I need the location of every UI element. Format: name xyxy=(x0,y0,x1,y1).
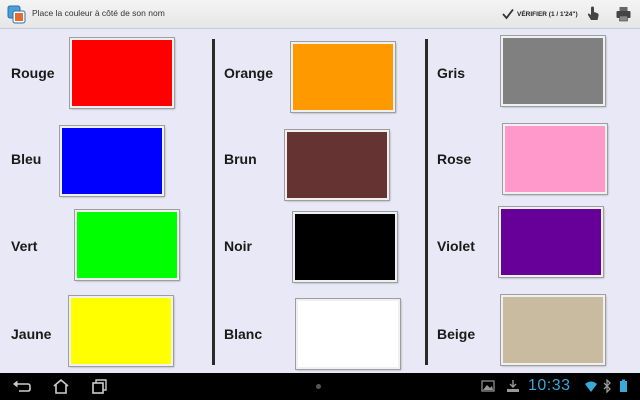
color-label: Vert xyxy=(11,238,38,254)
color-label: Blanc xyxy=(224,326,263,342)
verify-button-label: VÉRIFIER (1 / 1'24") xyxy=(517,10,578,18)
verify-button[interactable]: VÉRIFIER (1 / 1'24") xyxy=(502,7,578,21)
app-icon xyxy=(7,5,26,24)
printer-icon[interactable] xyxy=(616,6,631,22)
wifi-icon xyxy=(585,381,597,392)
color-label: Rose xyxy=(437,151,472,167)
color-label: Rouge xyxy=(11,65,55,81)
color-label: Brun xyxy=(224,151,257,167)
color-swatch[interactable] xyxy=(59,125,165,197)
home-icon[interactable] xyxy=(52,378,70,395)
color-swatch[interactable] xyxy=(295,298,401,370)
bluetooth-icon xyxy=(603,379,611,393)
page-title: Place la couleur à côté de son nom xyxy=(32,8,165,18)
color-label: Noir xyxy=(224,238,252,254)
system-bar: 10:33 xyxy=(0,373,640,400)
color-swatch[interactable] xyxy=(500,35,606,107)
color-label: Jaune xyxy=(11,326,52,342)
color-swatch[interactable] xyxy=(292,211,398,283)
page-indicator-dot xyxy=(316,384,321,389)
download-icon xyxy=(507,380,519,392)
color-label: Violet xyxy=(437,238,475,254)
color-swatch[interactable] xyxy=(498,206,604,278)
color-matching-board: Rouge Bleu Vert Jaune Orange Brun Noir B… xyxy=(0,29,640,373)
recent-apps-icon[interactable] xyxy=(91,378,109,395)
color-label: Beige xyxy=(437,326,476,342)
battery-icon xyxy=(620,379,627,392)
color-swatch[interactable] xyxy=(68,295,174,367)
color-label: Orange xyxy=(224,65,274,81)
color-swatch[interactable] xyxy=(290,41,396,113)
checkmark-icon xyxy=(502,8,514,20)
back-icon[interactable] xyxy=(12,378,32,395)
hand-pointer-icon[interactable] xyxy=(586,6,600,22)
color-label: Bleu xyxy=(11,151,42,167)
column-divider xyxy=(212,39,215,365)
color-swatch[interactable] xyxy=(69,37,175,109)
color-swatch[interactable] xyxy=(500,294,606,366)
gallery-icon xyxy=(481,380,495,392)
action-bar: Place la couleur à côté de son nom VÉRIF… xyxy=(0,0,640,29)
color-swatch[interactable] xyxy=(74,209,180,281)
status-clock: 10:33 xyxy=(528,377,571,394)
color-label: Gris xyxy=(437,65,466,81)
column-divider xyxy=(425,39,428,365)
color-swatch[interactable] xyxy=(284,129,390,201)
color-swatch[interactable] xyxy=(502,123,608,195)
